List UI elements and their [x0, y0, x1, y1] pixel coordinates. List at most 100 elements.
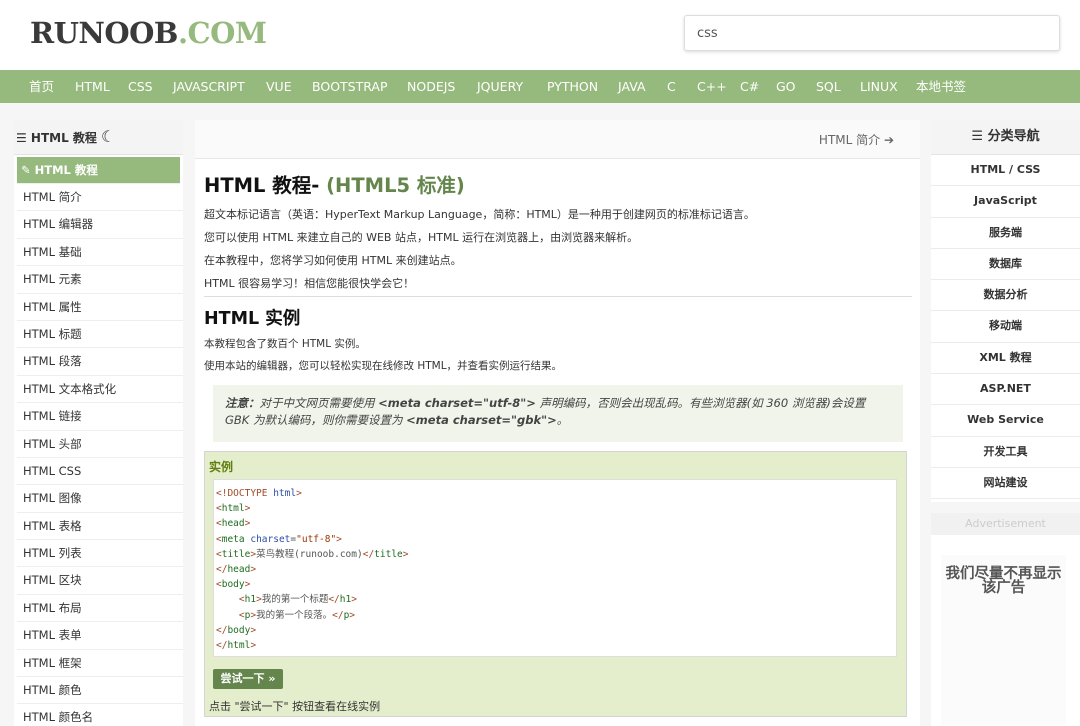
code-line: <title>菜鸟教程(runoob.com)</title>	[216, 548, 409, 560]
left-sidebar: ☰ HTML 教程 ☾ ✎ HTML 教程 HTML 简介 HTML 编辑器 HTML …	[14, 120, 183, 726]
code-line: </html>	[216, 639, 257, 651]
example-box: 实例 <!DOCTYPE html> <html> <head> <meta c…	[204, 451, 907, 717]
nav-item[interactable]: CSS	[128, 70, 153, 103]
tutorial-list: ✎ HTML 教程 HTML 简介 HTML 编辑器 HTML 基础 HTML 元素 HT…	[14, 157, 183, 726]
nav-item[interactable]: JAVASCRIPT	[173, 70, 245, 103]
search-input[interactable]	[684, 15, 1060, 51]
code-line: <h1>我的第一个标题</h1>	[238, 594, 357, 606]
try-it-button[interactable]: 尝试一下 »	[213, 669, 283, 689]
category-item[interactable]: HTML / CSS	[931, 155, 1080, 187]
logo-text: RUNOOB	[30, 16, 178, 50]
category-item[interactable]: 开发工具	[931, 437, 1080, 468]
right-sidebar: ☰ 分类导航 HTML / CSS JavaScript 服务端 数据库 数据分析 移动端…	[931, 120, 1080, 502]
nav-item[interactable]: C#	[740, 70, 759, 103]
sidebar-item[interactable]: HTML 段落	[17, 348, 183, 376]
sidebar-item[interactable]: HTML 属性	[17, 294, 183, 321]
section-title: HTML 实例	[204, 309, 301, 329]
sidebar-item[interactable]: HTML 表单	[17, 622, 183, 650]
category-item[interactable]: Web Service	[931, 405, 1080, 437]
breadcrumb-bar: HTML 简介 ➔	[195, 120, 920, 159]
moon-icon[interactable]: ☾	[101, 127, 115, 146]
category-item[interactable]: 数据库	[931, 249, 1080, 281]
category-item[interactable]: 服务端	[931, 218, 1080, 249]
sidebar-item[interactable]: ✎ HTML 教程	[17, 157, 180, 184]
note-text: 对于中文网页需要使用	[259, 396, 379, 410]
code-line: </body>	[216, 624, 257, 636]
sidebar-item[interactable]: HTML 基础	[17, 239, 183, 267]
category-item[interactable]: ASP.NET	[931, 374, 1080, 406]
sidebar-item[interactable]: HTML 头部	[17, 431, 183, 458]
sidebar-item[interactable]: HTML 简介	[17, 184, 183, 212]
category-list: HTML / CSS JavaScript 服务端 数据库 数据分析 移动端 XML 教程 A…	[931, 155, 1080, 500]
nav-item[interactable]: VUE	[266, 70, 292, 103]
page-title-sub: (HTML5 标准)	[326, 174, 465, 197]
nav-item[interactable]: JAVA	[618, 70, 646, 103]
sidebar-item[interactable]: HTML 布局	[17, 595, 183, 623]
sidebar-item[interactable]: HTML 标题	[17, 321, 183, 349]
ad-label: Advertisement	[931, 513, 1080, 535]
code-line: <head>	[216, 518, 251, 530]
sidebar-item[interactable]: HTML 编辑器	[17, 211, 183, 239]
nav-item[interactable]: PYTHON	[547, 70, 598, 103]
sidebar-title-text: ☰ HTML 教程	[16, 131, 97, 145]
page-title: HTML 教程- (HTML5 标准)	[204, 169, 465, 198]
page-title-text: HTML 教程-	[204, 174, 320, 197]
next-page-link[interactable]: HTML 简介 ➔	[819, 131, 894, 148]
category-item[interactable]: JavaScript	[931, 186, 1080, 218]
site-logo[interactable]: RUNOOB.COM	[30, 16, 267, 50]
code-line: <p>我的第一个段落。</p>	[238, 609, 356, 621]
sidebar-item[interactable]: HTML 链接	[17, 403, 183, 431]
intro-paragraph: 您可以使用 HTML 来建立自己的 WEB 站点，HTML 运行在浏览器上，由浏…	[204, 231, 639, 244]
note-code: <meta charset="gbk">	[406, 413, 557, 427]
sidebar-item[interactable]: HTML 颜色名	[17, 704, 183, 726]
category-item[interactable]: 移动端	[931, 311, 1080, 343]
nav-item[interactable]: HTML	[75, 70, 110, 103]
sidebar-item[interactable]: HTML 列表	[17, 540, 183, 568]
code-block: <!DOCTYPE html> <html> <head> <meta char…	[213, 479, 897, 657]
category-item[interactable]: XML 教程	[931, 343, 1080, 375]
try-hint: 点击 "尝试一下" 按钮查看在线实例	[209, 700, 381, 713]
nav-item[interactable]: JQUERY	[477, 70, 523, 103]
nav-item[interactable]: LINUX	[860, 70, 898, 103]
code-line: <!DOCTYPE html>	[216, 488, 302, 499]
intro-paragraph: HTML 很容易学习！相信您能很快学会它！	[204, 277, 415, 290]
nav-item[interactable]: BOOTSTRAP	[312, 70, 388, 103]
sidebar-item[interactable]: HTML 元素	[17, 266, 183, 294]
section-paragraph: 本教程包含了数百个 HTML 实例。	[204, 338, 366, 350]
intro-paragraph: 在本教程中，您将学习如何使用 HTML 来创建站点。	[204, 254, 462, 267]
main-content: HTML 简介 ➔ HTML 教程- (HTML5 标准) 超文本标记语言（英语…	[195, 120, 920, 726]
code-line: </head>	[216, 563, 257, 575]
nav-item[interactable]: C++	[697, 70, 727, 103]
nav-item[interactable]: NODEJS	[407, 70, 455, 103]
category-item[interactable]: 网站建设	[931, 468, 1080, 500]
sidebar-item[interactable]: HTML 文本格式化	[17, 376, 183, 404]
section-paragraph: 使用本站的编辑器，您可以轻松实现在线修改 HTML，并查看实例运行结果。	[204, 360, 563, 372]
logo-domain: .COM	[177, 16, 267, 50]
nav-item[interactable]: 首页	[29, 70, 54, 103]
sidebar-item[interactable]: HTML CSS	[17, 458, 183, 486]
nav-item[interactable]: GO	[776, 70, 796, 103]
sidebar-item[interactable]: HTML 颜色	[17, 677, 183, 705]
ad-message: 我们尽量不再显示该广告	[941, 555, 1066, 725]
sidebar-title: ☰ HTML 教程 ☾	[14, 120, 183, 155]
example-title: 实例	[209, 460, 234, 474]
nav-item[interactable]: C	[667, 70, 676, 103]
nav-item[interactable]: SQL	[816, 70, 841, 103]
note-text: 。	[556, 413, 569, 427]
ad-box: Advertisement 我们尽量不再显示该广告	[931, 513, 1080, 726]
sidebar-item[interactable]: HTML 表格	[17, 513, 183, 541]
header-edge	[1069, 0, 1080, 10]
code-line: <body>	[216, 579, 251, 591]
sidebar-item[interactable]: HTML 图像	[17, 485, 183, 513]
code-line: <meta charset="utf-8">	[216, 533, 342, 545]
nav-item[interactable]: 本地书签	[916, 70, 966, 103]
note-code: <meta charset="utf-8">	[378, 396, 536, 410]
category-nav-title: ☰ 分类导航	[931, 120, 1080, 155]
divider	[204, 296, 912, 297]
intro-paragraph: 超文本标记语言（英语：HyperText Markup Language，简称：…	[204, 208, 755, 221]
note-box: 注意：对于中文网页需要使用 <meta charset="utf-8"> 声明编…	[213, 385, 903, 442]
sidebar-item[interactable]: HTML 框架	[17, 650, 183, 678]
code-line: <html>	[216, 503, 251, 515]
sidebar-item[interactable]: HTML 区块	[17, 567, 183, 595]
category-item[interactable]: 数据分析	[931, 280, 1080, 312]
